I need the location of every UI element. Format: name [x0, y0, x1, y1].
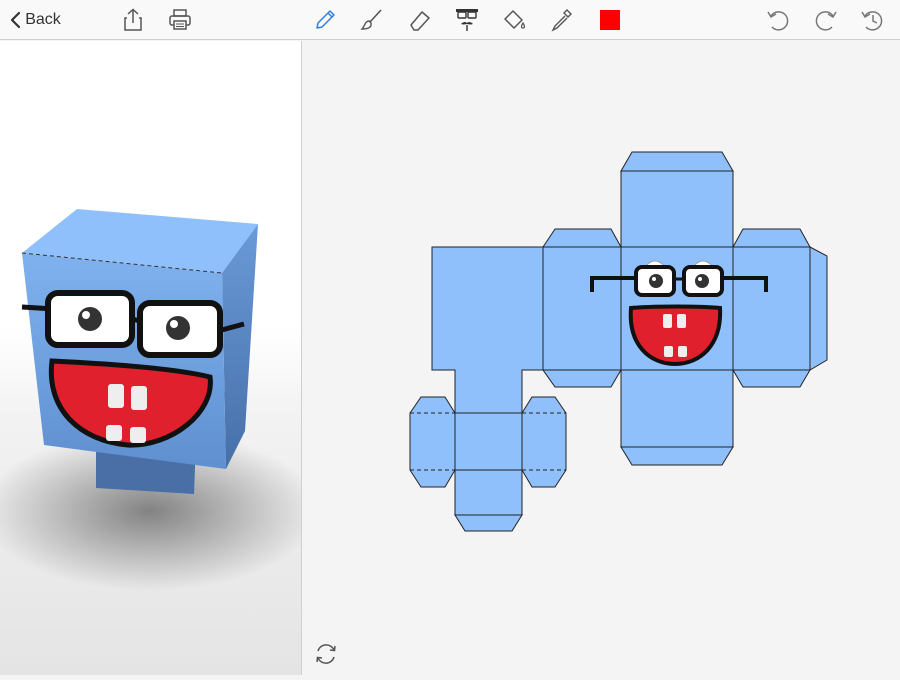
- brush-tool-button[interactable]: [358, 6, 386, 34]
- template-left-top-tab: [542, 228, 622, 248]
- pencil-tool-button[interactable]: [312, 6, 338, 34]
- toolbar: Back: [0, 0, 900, 40]
- brush-icon: [360, 9, 382, 30]
- redo-icon: [815, 11, 837, 31]
- template-neck-left: [409, 396, 456, 488]
- template-left-face: [542, 246, 622, 371]
- rotate-view-button[interactable]: [313, 641, 339, 667]
- chevron-left-icon: [11, 11, 21, 29]
- template-right-top-tab: [732, 228, 811, 248]
- template-right-bottom-tab: [732, 369, 811, 388]
- 3d-preview-pane[interactable]: [0, 41, 302, 675]
- papercraft-template[interactable]: [303, 41, 900, 675]
- back-label: Back: [25, 11, 61, 28]
- template-bottom-face: [620, 369, 734, 448]
- face-stamp-tool-button[interactable]: [452, 6, 482, 34]
- print-button[interactable]: [166, 6, 194, 34]
- eraser-tool-button[interactable]: [406, 6, 434, 34]
- back-button[interactable]: Back: [4, 6, 66, 34]
- rotate-icon: [316, 644, 336, 664]
- template-back-face: [431, 246, 544, 414]
- pencil-icon: [316, 10, 335, 29]
- 3d-cube-preview[interactable]: [0, 41, 302, 675]
- share-button[interactable]: [120, 6, 146, 34]
- eyedropper-tool-button[interactable]: [548, 6, 576, 34]
- color-picker-button[interactable]: [598, 6, 622, 34]
- undo-icon: [767, 11, 789, 31]
- redo-button[interactable]: [812, 6, 840, 34]
- template-neck-front: [454, 412, 523, 471]
- eyedropper-icon: [551, 9, 572, 32]
- current-color-swatch: [600, 10, 620, 30]
- template-bottom-tab: [620, 446, 734, 466]
- template-right-face: [732, 246, 811, 371]
- undo-button[interactable]: [764, 6, 792, 34]
- mustache-glasses-icon: [456, 9, 478, 31]
- template-top-face: [620, 170, 734, 248]
- paint-bucket-icon: [504, 10, 526, 29]
- history-button[interactable]: [858, 6, 886, 34]
- template-top-tab: [620, 151, 734, 172]
- history-icon: [861, 11, 883, 31]
- share-icon: [124, 8, 142, 31]
- template-neck-bottom: [454, 469, 523, 516]
- eraser-icon: [410, 11, 430, 31]
- template-neck-tab: [454, 514, 523, 532]
- fill-tool-button[interactable]: [500, 6, 528, 34]
- template-left-bottom-tab: [542, 369, 622, 388]
- print-icon: [169, 9, 191, 30]
- template-right-side-tab: [809, 246, 828, 371]
- template-neck-right: [521, 396, 567, 488]
- template-canvas[interactable]: [303, 41, 900, 675]
